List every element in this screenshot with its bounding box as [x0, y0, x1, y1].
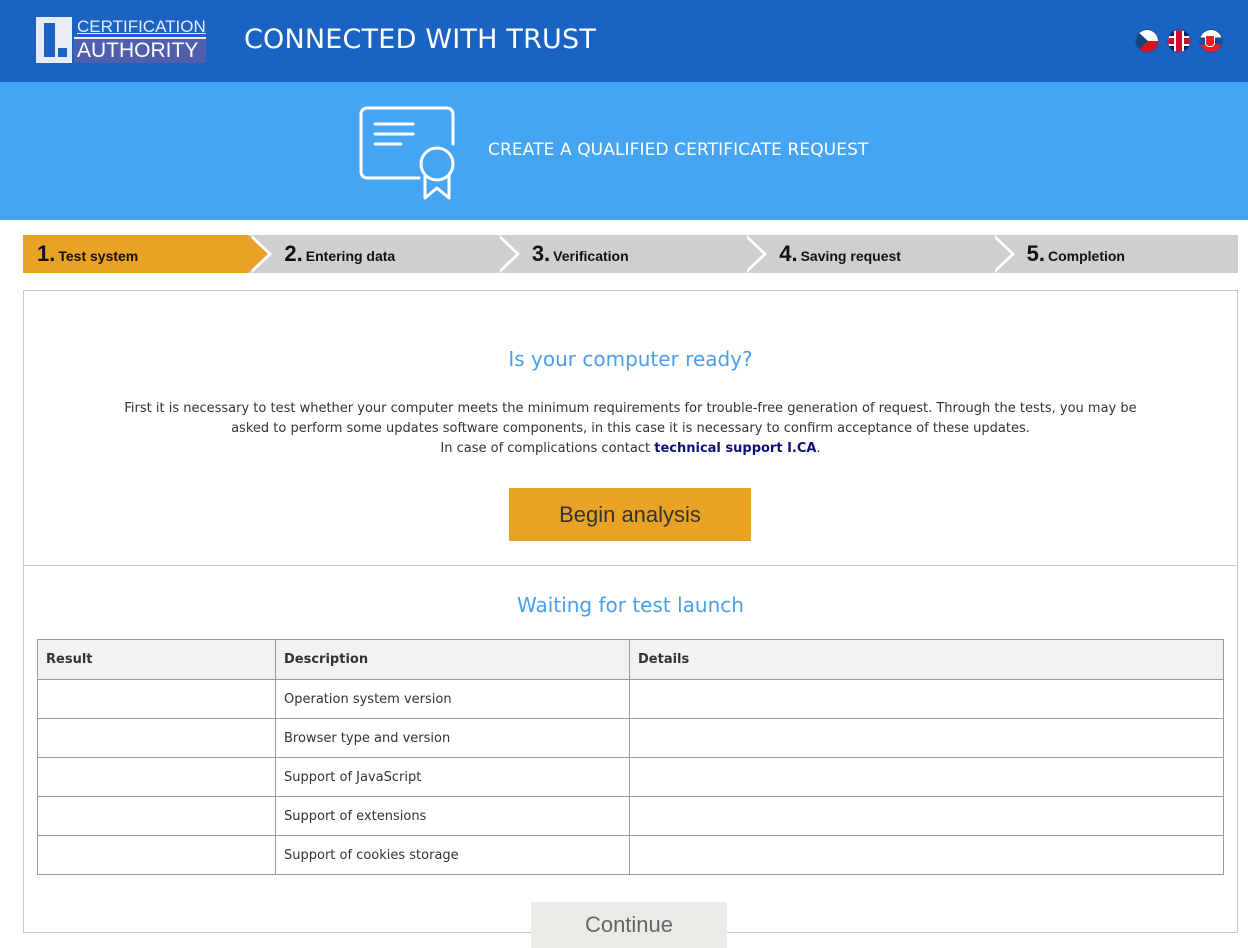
contact-prefix: In case of complications contact — [440, 441, 651, 456]
step-number: 2. — [284, 241, 303, 266]
test-results-table: Result Description Details Operation sys… — [37, 639, 1224, 875]
banner-title: CREATE A QUALIFIED CERTIFICATE REQUEST — [488, 140, 869, 160]
result-cell — [37, 757, 276, 797]
tests-status-heading: Waiting for test launch — [517, 593, 744, 617]
result-cell — [37, 835, 276, 875]
step-label: Completion — [1047, 247, 1125, 264]
details-cell — [629, 757, 1224, 797]
step-verification[interactable]: 3. Verification — [495, 235, 768, 273]
description-cell: Support of cookies storage — [275, 835, 630, 875]
intro-panel: Is your computer ready? First it is nece… — [23, 290, 1238, 566]
logo-line-authority: AUTHORITY — [74, 39, 206, 63]
intro-heading: Is your computer ready? — [508, 347, 753, 371]
table-row: Support of cookies storage — [37, 835, 1224, 875]
contact-suffix: . — [816, 441, 821, 456]
flag-cz-icon[interactable] — [1136, 30, 1158, 52]
step-label: Entering data — [305, 247, 396, 264]
description-cell: Support of JavaScript — [275, 757, 630, 797]
technical-support-link[interactable]: technical support I.CA — [654, 441, 816, 456]
step-completion[interactable]: 5. Completion — [990, 235, 1239, 273]
description-cell: Support of extensions — [275, 796, 630, 836]
details-cell — [629, 718, 1224, 758]
intro-text: First it is necessary to test whether yo… — [24, 399, 1237, 459]
result-cell — [37, 796, 276, 836]
step-number: 1. — [37, 241, 56, 266]
step-label: Saving request — [800, 247, 901, 264]
step-saving-request[interactable]: 4. Saving request — [743, 235, 1015, 273]
page-banner: CREATE A QUALIFIED CERTIFICATE REQUEST — [0, 82, 1248, 220]
details-cell — [629, 679, 1224, 719]
step-label: Verification — [553, 247, 629, 264]
wizard-steps: 1. Test system 2. Entering data 3. Verif… — [23, 235, 1239, 273]
intro-line-1: First it is necessary to test whether yo… — [124, 401, 1137, 416]
details-cell — [629, 796, 1224, 836]
column-details: Details — [629, 639, 1224, 680]
table-row: Support of extensions — [37, 796, 1224, 836]
flag-sk-icon[interactable] — [1200, 30, 1222, 52]
step-number: 4. — [779, 241, 798, 266]
tests-panel: Waiting for test launch Result Descripti… — [23, 565, 1238, 933]
continue-button[interactable]: Continue — [531, 902, 727, 948]
table-row: Browser type and version — [37, 718, 1224, 758]
step-test-system[interactable]: 1. Test system — [23, 235, 273, 273]
table-header-row: Result Description Details — [37, 639, 1224, 680]
step-number: 3. — [531, 241, 551, 266]
step-label: Test system — [58, 247, 139, 264]
flag-gb-icon[interactable] — [1168, 30, 1190, 52]
description-cell: Operation system version — [275, 679, 630, 719]
description-cell: Browser type and version — [275, 718, 630, 758]
table-row: Support of JavaScript — [37, 757, 1224, 797]
ica-logo[interactable]: CERTIFICATION AUTHORITY — [36, 17, 206, 63]
details-cell — [629, 835, 1224, 875]
top-header: CERTIFICATION AUTHORITY CONNECTED WITH T… — [0, 0, 1248, 82]
table-row: Operation system version — [37, 679, 1224, 719]
intro-line-2: asked to perform some updates software c… — [231, 421, 1030, 436]
step-number: 5. — [1026, 241, 1045, 266]
result-cell — [37, 718, 276, 758]
header-slogan: CONNECTED WITH TRUST — [244, 24, 597, 55]
logo-line-certification: CERTIFICATION — [74, 17, 206, 39]
logo-i-mark — [36, 17, 72, 63]
column-description: Description — [275, 639, 630, 680]
intro-line-3: In case of complications contact technic… — [24, 439, 1237, 459]
step-entering-data[interactable]: 2. Entering data — [248, 235, 520, 273]
column-result: Result — [37, 639, 276, 680]
language-switcher — [1136, 30, 1222, 52]
result-cell — [37, 679, 276, 719]
certificate-icon — [359, 106, 455, 200]
begin-analysis-button[interactable]: Begin analysis — [509, 488, 751, 541]
